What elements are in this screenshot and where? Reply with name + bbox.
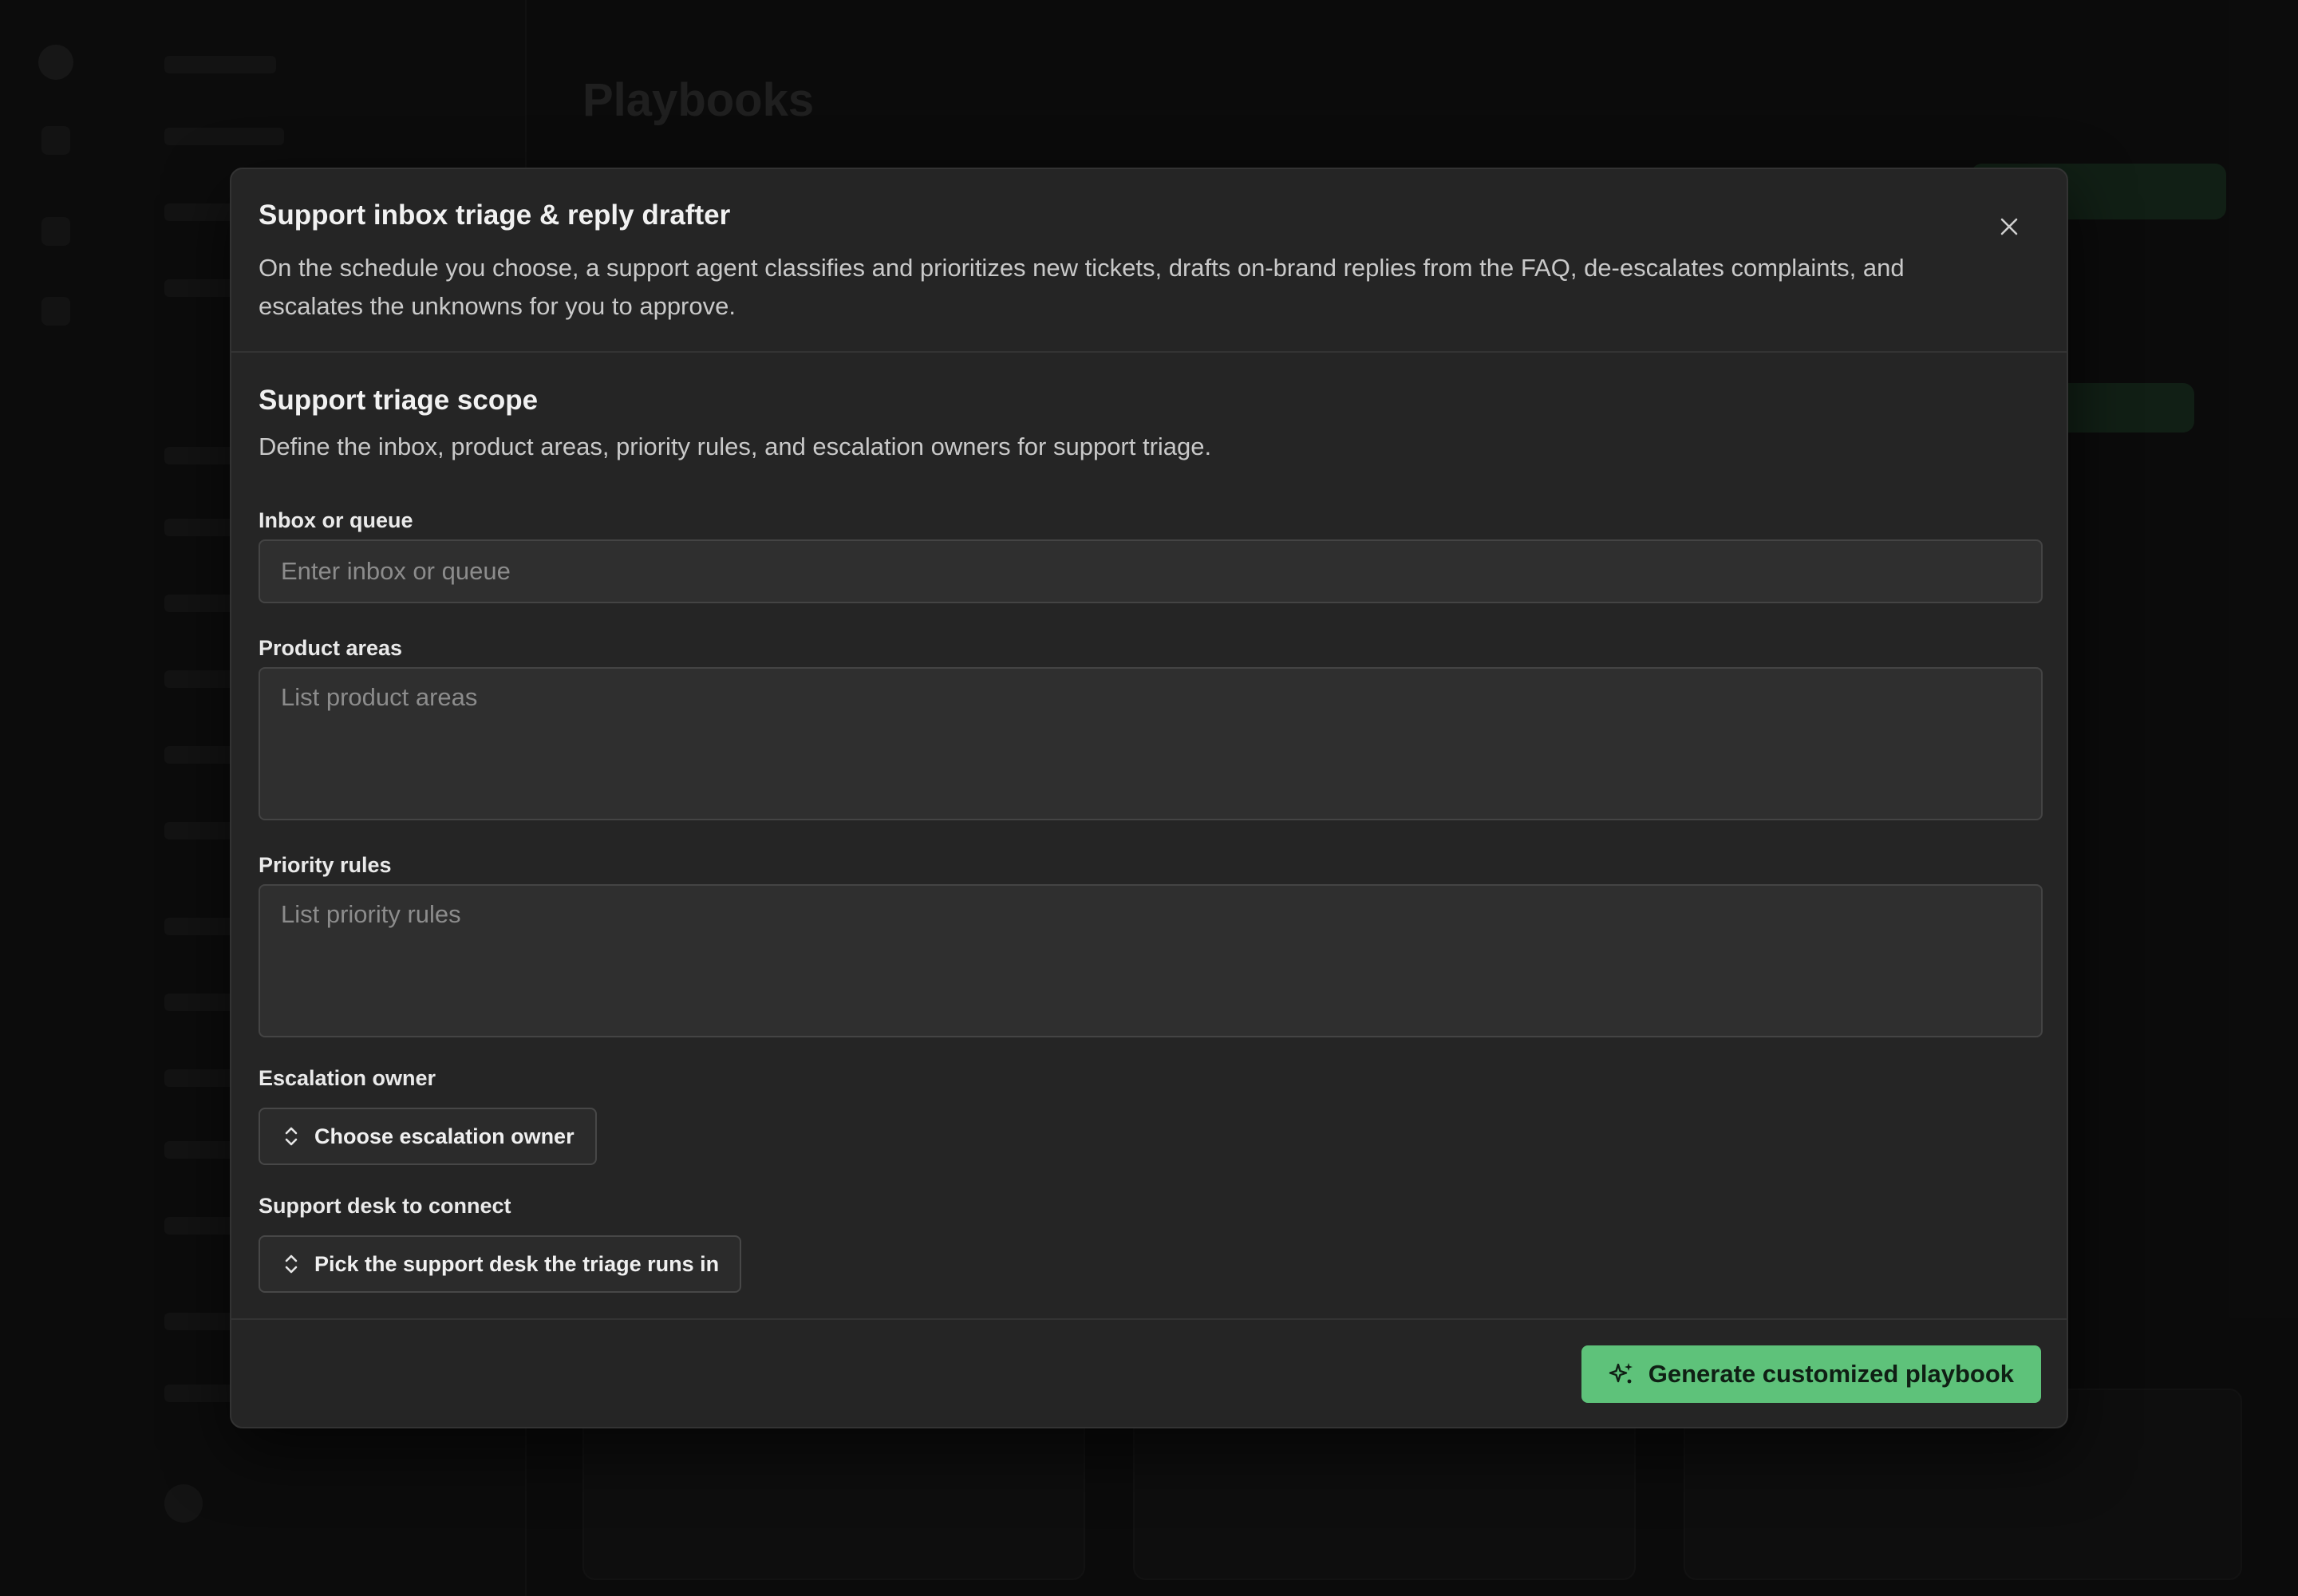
priority-rules-label: Priority rules	[259, 853, 392, 877]
escalation-owner-select-label: Choose escalation owner	[314, 1124, 574, 1148]
inbox-input[interactable]	[259, 539, 2043, 603]
product-areas-label: Product areas	[259, 636, 403, 660]
section-title: Support triage scope	[259, 385, 539, 416]
product-areas-textarea[interactable]	[259, 667, 2043, 820]
modal-header: Support inbox triage & reply drafter On …	[231, 169, 2067, 353]
playbook-modal: Support inbox triage & reply drafter On …	[230, 168, 2068, 1428]
close-button[interactable]	[1987, 204, 2031, 249]
chevron-up-down-icon	[285, 1254, 298, 1274]
modal-title: Support inbox triage & reply drafter	[259, 200, 731, 231]
modal-description: On the schedule you choose, a support ag…	[259, 254, 1905, 320]
escalation-owner-select[interactable]: Choose escalation owner	[259, 1108, 597, 1165]
close-icon	[2000, 218, 2018, 235]
modal-footer: Generate customized playbook	[231, 1318, 2067, 1427]
generate-playbook-button[interactable]: Generate customized playbook	[1581, 1345, 2041, 1403]
support-desk-label: Support desk to connect	[259, 1194, 511, 1218]
chevron-up-down-icon	[285, 1127, 298, 1146]
escalation-owner-label: Escalation owner	[259, 1066, 436, 1090]
inbox-label: Inbox or queue	[259, 508, 413, 532]
section-description: Define the inbox, product areas, priorit…	[259, 433, 1212, 460]
priority-rules-textarea[interactable]	[259, 884, 2043, 1037]
support-desk-select-label: Pick the support desk the triage runs in	[314, 1251, 720, 1276]
support-desk-select[interactable]: Pick the support desk the triage runs in	[259, 1235, 742, 1293]
sparkles-icon	[1609, 1363, 1633, 1384]
generate-playbook-label: Generate customized playbook	[1648, 1360, 2014, 1388]
